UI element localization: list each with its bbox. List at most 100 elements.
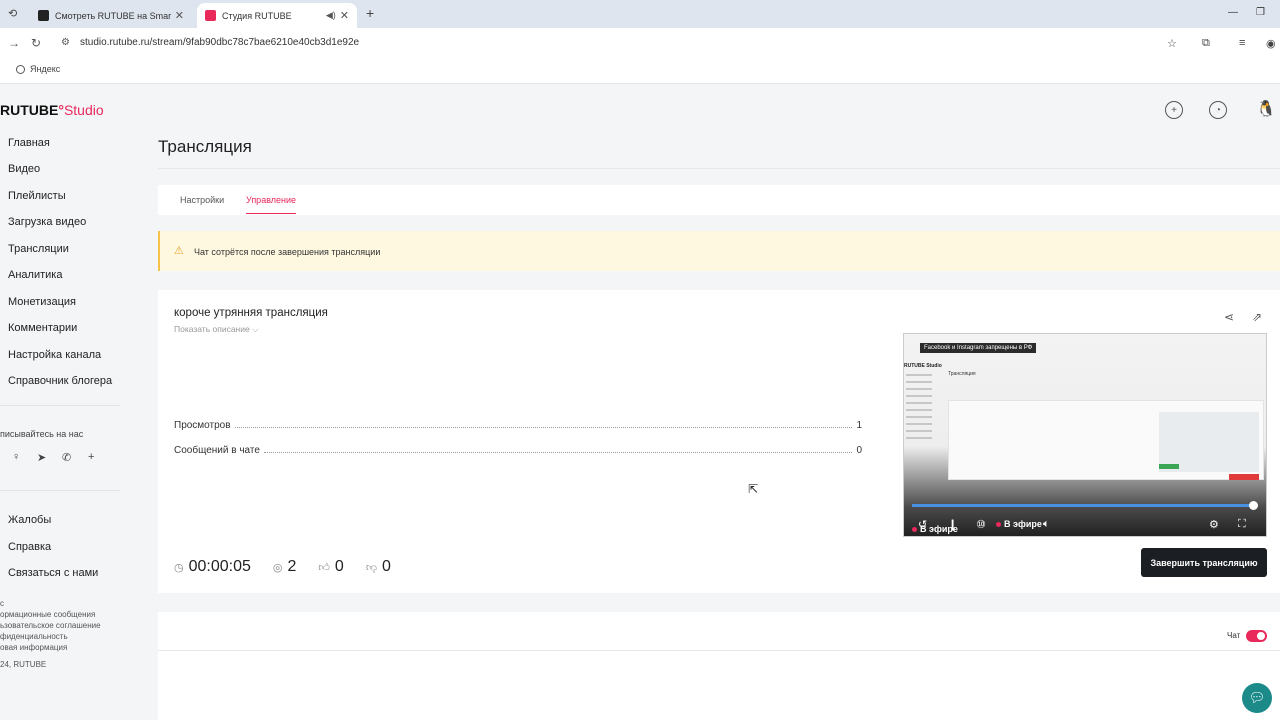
chat-toggle[interactable] <box>1246 630 1267 642</box>
stat-label: Просмотров <box>174 420 231 431</box>
show-description-toggle[interactable]: Показать описание ⌵ <box>174 324 259 335</box>
live-label[interactable]: В эфире <box>996 519 1042 529</box>
sidebar-item-streams[interactable]: Трансляции <box>8 243 69 255</box>
preview-sidebar-line <box>906 374 932 376</box>
support-chat-button[interactable]: 💬︎ <box>1242 683 1272 713</box>
footer-link[interactable]: с <box>0 599 4 608</box>
video-player[interactable]: Facebook и Instagram запрещены в РФ RUTU… <box>903 333 1267 537</box>
stream-title: короче утрянняя трансляция <box>174 307 328 319</box>
active-tab-underline <box>246 213 296 214</box>
footer-link[interactable]: ормационные сообщения <box>0 610 95 619</box>
tab-settings[interactable]: Настройки <box>180 195 224 205</box>
preview-sidebar-line <box>906 423 932 425</box>
sidebar-item-contact[interactable]: Связаться с нами <box>8 567 98 579</box>
sidebar-divider <box>0 490 120 491</box>
sidebar-item-channel-settings[interactable]: Настройка канала <box>8 349 101 361</box>
notification-bell-icon[interactable]: ◔ <box>1209 101 1227 119</box>
globe-icon <box>16 64 25 74</box>
media-icon[interactable]: ≡ <box>1239 37 1245 49</box>
sidebar-item-analytics[interactable]: Аналитика <box>8 269 62 281</box>
extensions-icon[interactable]: ⧉ <box>1202 37 1210 50</box>
end-stream-button[interactable]: Завершить трансляцию <box>1141 548 1267 577</box>
viewers-meter: ◎ 2 <box>273 558 297 576</box>
sidebar-item-playlists[interactable]: Плейлисты <box>8 190 66 202</box>
settings-gear-icon[interactable]: ⚙ <box>1209 518 1219 531</box>
odnoklassniki-icon[interactable]: ♀ <box>12 451 20 463</box>
speaker-icon[interactable]: ◀) <box>326 10 336 21</box>
tab-title: Смотреть RUTUBE на Smart TV <box>55 10 171 21</box>
telegram-icon[interactable]: ➤ <box>37 451 46 464</box>
close-tab-icon[interactable]: ✕ <box>340 9 349 22</box>
url-field[interactable]: studio.rutube.ru/stream/9fab90dbc78c7bae… <box>80 37 359 48</box>
sidebar-item-monetization[interactable]: Монетизация <box>8 296 76 308</box>
sidebar-item-video[interactable]: Видео <box>8 163 40 175</box>
logo-product: Studio <box>63 102 104 118</box>
stat-row-chat-messages: Сообщений в чате 0 <box>174 445 862 456</box>
live-label-overlay: В эфире <box>912 524 958 534</box>
progress-bar[interactable] <box>912 504 1253 507</box>
maximize-icon[interactable]: ❐ <box>1256 7 1265 18</box>
bookmark-star-icon[interactable]: ☆ <box>1167 37 1177 50</box>
minimize-icon[interactable]: — <box>1228 7 1238 18</box>
reload-icon[interactable]: ↻ <box>31 36 41 50</box>
sidebar-item-blogger-guide[interactable]: Справочник блогера <box>8 375 112 387</box>
bookmark-yandex[interactable]: Яндекс <box>16 64 60 74</box>
viber-icon[interactable]: ✆ <box>62 451 71 464</box>
toggle-knob <box>1257 632 1265 640</box>
footer-link[interactable]: фиденциальность <box>0 632 68 641</box>
likes-value: 0 <box>334 558 344 575</box>
sidebar-item-complaints[interactable]: Жалобы <box>8 514 51 526</box>
browser-tab-studio[interactable]: Студия RUTUBE ◀) ✕ <box>197 3 357 28</box>
show-description-label: Показать описание <box>174 324 250 334</box>
chat-divider <box>158 650 1280 651</box>
preview-sidebar-line <box>906 416 932 418</box>
mouse-cursor-icon: ⇱ <box>748 482 759 496</box>
browser-tab-bar: ⟲ Смотреть RUTUBE на Smart TV ✕ Студия R… <box>0 0 1280 28</box>
duration-value: 00:00:05 <box>188 558 251 575</box>
rutube-studio-logo[interactable]: RUTUBE°Studio <box>0 102 104 118</box>
preview-sidebar-line <box>906 437 932 439</box>
sidebar-item-comments[interactable]: Комментарии <box>8 322 77 334</box>
viewers-value: 2 <box>287 558 297 575</box>
chat-label: Чат <box>1227 631 1241 640</box>
progress-knob[interactable] <box>1249 501 1258 510</box>
profile-icon[interactable]: ◉ <box>1266 37 1276 50</box>
page-tabs: Настройки Управление <box>158 185 1280 215</box>
stat-value: 0 <box>856 445 862 456</box>
browser-menu-icon[interactable]: ⟲ <box>8 7 17 20</box>
forward-icon[interactable]: → <box>8 36 20 50</box>
share-icon[interactable]: ⋖ <box>1224 310 1234 324</box>
preview-sidebar-line <box>906 430 932 432</box>
forward-10-icon[interactable]: ⑩ <box>976 518 986 531</box>
footer-link[interactable]: ьзовательское соглашение <box>0 621 101 630</box>
volume-icon[interactable]: 🔈︎ <box>1043 518 1050 531</box>
add-video-icon[interactable]: + <box>1165 101 1183 119</box>
rutube-studio-favicon-icon <box>205 10 216 21</box>
sidebar-item-upload[interactable]: Загрузка видео <box>8 216 86 228</box>
sidebar-item-home[interactable]: Главная <box>8 137 50 149</box>
site-settings-icon[interactable]: ⚙ <box>61 37 70 48</box>
chat-card: Чат <box>158 612 1280 720</box>
close-tab-icon[interactable]: ✕ <box>175 9 184 22</box>
restriction-banner: Facebook и Instagram запрещены в РФ <box>920 343 1037 353</box>
preview-red-button <box>1229 474 1259 480</box>
browser-tab-smart-tv[interactable]: Смотреть RUTUBE на Smart TV ✕ <box>30 3 192 28</box>
plus-icon[interactable]: + <box>88 451 94 463</box>
page-title: Трансляция <box>158 137 252 156</box>
avatar[interactable]: 🐧 <box>1256 99 1276 121</box>
footer-link[interactable]: овая информация <box>0 643 67 652</box>
warning-icon: ⚠ <box>174 245 184 257</box>
chevron-down-icon: ⌵ <box>252 324 259 334</box>
rutube-favicon-icon <box>38 10 49 21</box>
new-tab-icon[interactable]: + <box>366 5 374 21</box>
sidebar-divider <box>0 405 120 406</box>
dislikes-value: 0 <box>381 558 391 575</box>
likes-meter: 👍︎ 0 <box>318 558 343 576</box>
open-external-icon[interactable]: ⇗ <box>1252 310 1262 324</box>
sidebar-item-help[interactable]: Справка <box>8 541 51 553</box>
live-text: В эфире <box>920 524 958 534</box>
tab-management[interactable]: Управление <box>246 195 296 205</box>
preview-green-button <box>1159 464 1179 469</box>
live-text: В эфире <box>1004 519 1042 529</box>
fullscreen-icon[interactable]: ⛶ <box>1238 518 1246 531</box>
